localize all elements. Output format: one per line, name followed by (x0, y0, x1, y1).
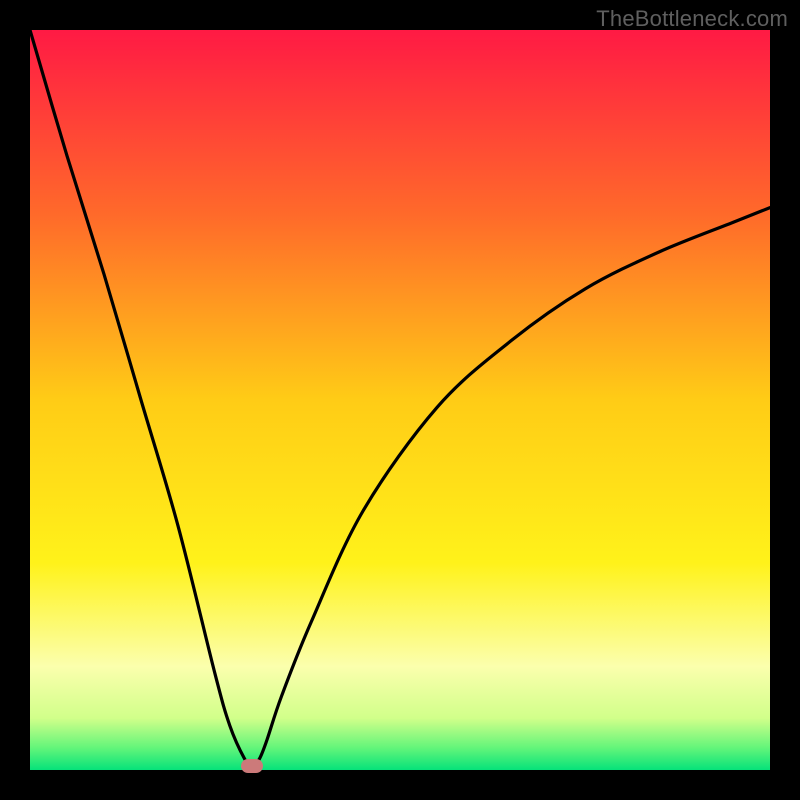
watermark-text: TheBottleneck.com (596, 6, 788, 32)
chart-frame (30, 30, 770, 770)
optimum-marker (241, 759, 263, 773)
bottleneck-curve (30, 30, 770, 770)
